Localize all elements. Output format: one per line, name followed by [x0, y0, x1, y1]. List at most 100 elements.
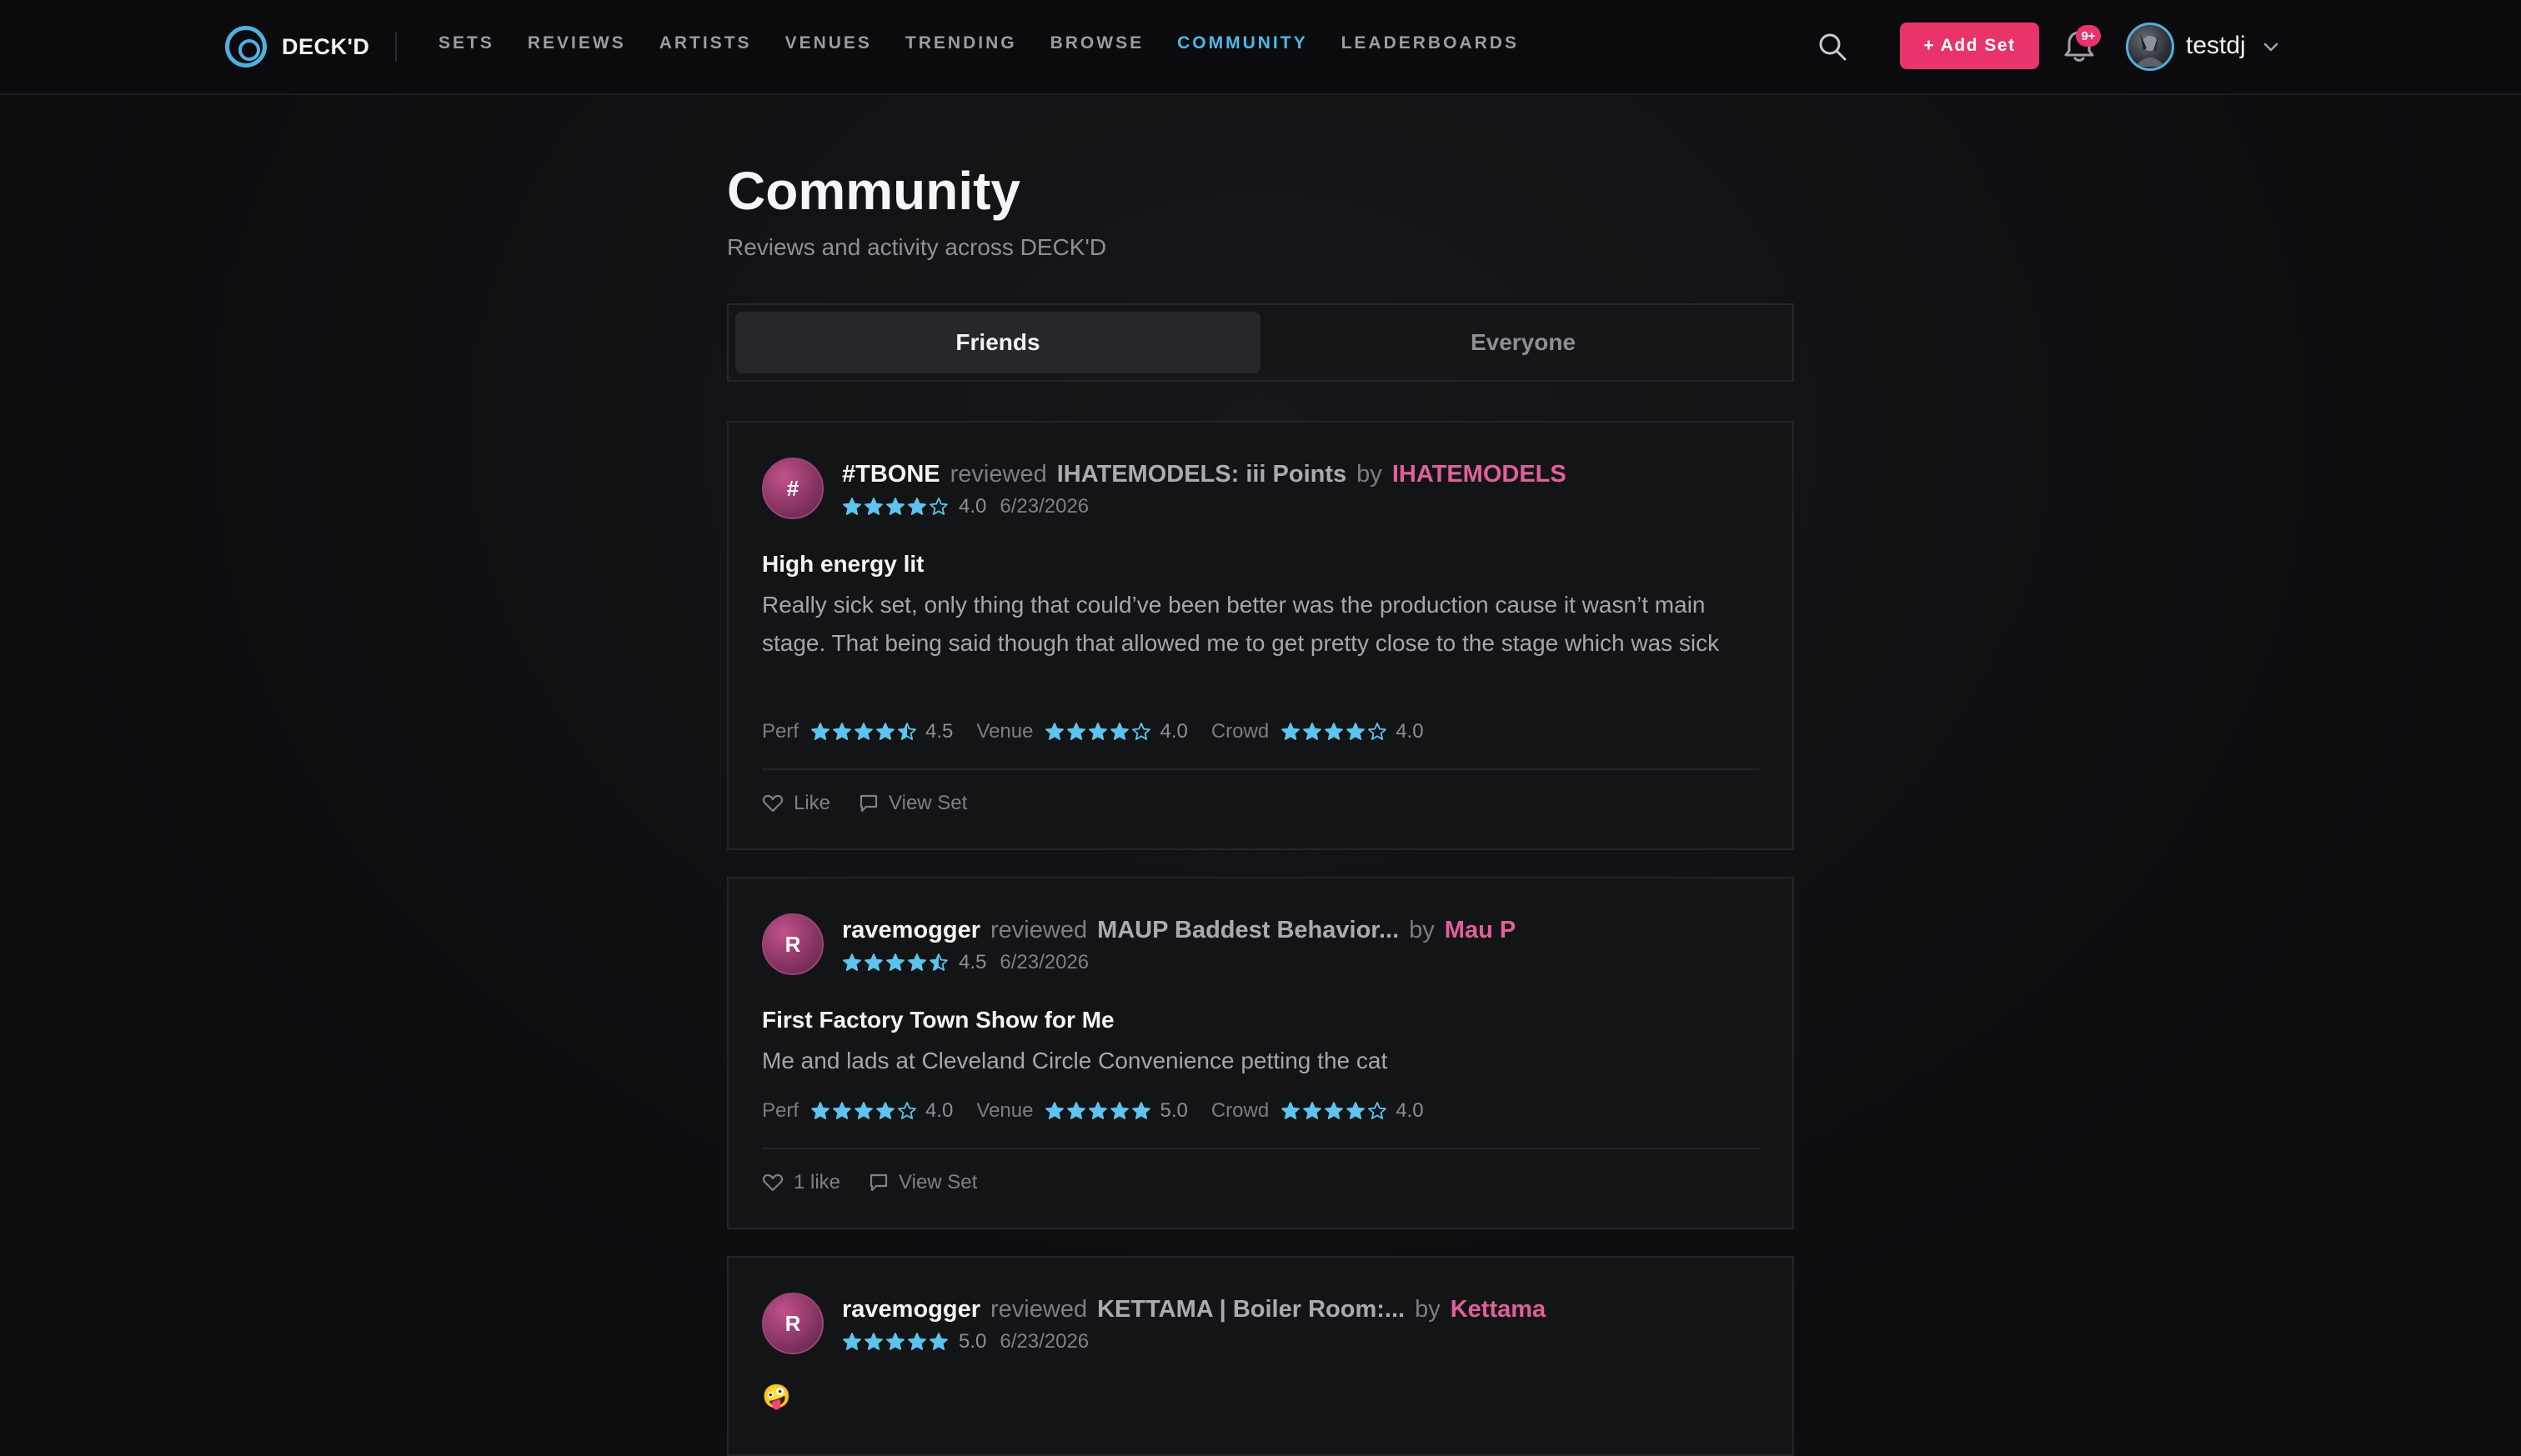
star-full-icon	[1110, 1102, 1130, 1119]
star-full-icon	[1132, 1102, 1151, 1119]
star-full-icon	[1281, 723, 1301, 740]
review-title: 🤪	[762, 1383, 791, 1409]
tab-friends[interactable]: Friends	[735, 312, 1260, 373]
star-full-icon	[865, 953, 883, 971]
star-rating	[842, 1332, 950, 1352]
star-rating	[842, 497, 950, 517]
star-full-icon	[886, 1333, 905, 1350]
review-date: 6/23/2026	[1000, 951, 1090, 973]
set-link[interactable]: IHATEMODELS: iii Points	[1057, 461, 1346, 488]
page-title: Community	[727, 161, 1020, 221]
nav-link-leaderboards[interactable]: LEADERBOARDS	[1341, 33, 1519, 53]
star-empty-icon	[1132, 723, 1151, 740]
nav-link-artists[interactable]: ARTISTS	[659, 33, 752, 53]
review-card: # #TBONE reviewed IHATEMODELS: iii Point…	[727, 421, 1794, 850]
add-set-button[interactable]: + Add Set	[1900, 23, 2039, 69]
star-full-icon	[855, 723, 873, 740]
star-rating	[1045, 722, 1153, 742]
star-rating	[842, 953, 950, 973]
sub-rating-value: 4.0	[1160, 720, 1188, 743]
star-empty-icon	[1368, 723, 1387, 740]
view-set-label: View Set	[889, 792, 968, 814]
sub-rating-label: Crowd	[1210, 1099, 1270, 1122]
comment-icon	[870, 1173, 888, 1192]
review-title: First Factory Town Show for Me	[762, 1007, 1115, 1033]
rating-value: 4.5	[959, 951, 987, 973]
user-avatar[interactable]: R	[762, 913, 824, 975]
search-icon[interactable]	[1817, 32, 1847, 62]
by-label: by	[1356, 461, 1382, 488]
review-header: ravemogger reviewed MAUP Baddest Behavio…	[842, 917, 1516, 944]
star-full-icon	[1303, 1102, 1322, 1119]
set-link[interactable]: KETTAMA | Boiler Room:...	[1097, 1296, 1405, 1323]
chevron-down-icon[interactable]	[2261, 37, 2281, 57]
rating-value: 5.0	[959, 1330, 987, 1353]
artist-link[interactable]: IHATEMODELS	[1392, 461, 1566, 488]
star-full-icon	[1346, 723, 1366, 740]
nav-link-venues[interactable]: VENUES	[785, 33, 872, 53]
star-empty-icon	[898, 1102, 916, 1119]
star-full-icon	[1045, 723, 1065, 740]
review-actions: Like View Set	[762, 792, 995, 815]
sub-rating-value: 4.0	[925, 1099, 954, 1122]
star-full-icon	[1089, 723, 1108, 740]
review-body: Me and lads at Cleveland Circle Convenie…	[762, 1048, 1388, 1073]
nav-link-reviews[interactable]: REVIEWS	[528, 33, 626, 53]
view-set-button[interactable]: View Set	[859, 792, 967, 815]
sub-rating-value: 4.0	[1396, 720, 1424, 743]
review-actions: 1 like View Set	[762, 1171, 1005, 1194]
user-avatar[interactable]: #	[762, 458, 824, 519]
star-full-icon	[886, 498, 905, 515]
username[interactable]: testdj	[2186, 32, 2246, 60]
page-subtitle: Reviews and activity across DECK'D	[727, 234, 1107, 260]
logo[interactable]: DECK'D	[225, 26, 369, 68]
star-full-icon	[833, 1102, 851, 1119]
star-rating	[1281, 1101, 1389, 1121]
star-full-icon	[1346, 1102, 1366, 1119]
star-full-icon	[1281, 1102, 1301, 1119]
nav-link-browse[interactable]: BROWSE	[1050, 33, 1145, 53]
overall-rating: 5.0 6/23/2026	[842, 1330, 1089, 1353]
sub-rating-venue: Venue 5.0	[976, 1099, 1187, 1123]
nav-link-trending[interactable]: TRENDING	[905, 33, 1017, 53]
star-rating	[810, 722, 919, 742]
sub-rating-value: 5.0	[1160, 1099, 1188, 1122]
sub-rating-perf: Perf 4.5	[762, 720, 953, 743]
sub-ratings: Perf 4.5 Venue 4.0 Crowd 4.0	[762, 720, 1447, 743]
review-date: 6/23/2026	[1000, 1330, 1090, 1353]
like-button[interactable]: 1 like	[762, 1171, 840, 1194]
artist-link[interactable]: Kettama	[1451, 1296, 1546, 1323]
review-body: Really sick set, only thing that could’v…	[762, 592, 1720, 656]
tab-everyone[interactable]: Everyone	[1260, 312, 1786, 373]
avatar[interactable]	[2126, 23, 2174, 71]
review-header: #TBONE reviewed IHATEMODELS: iii Points …	[842, 461, 1566, 488]
set-link[interactable]: MAUP Baddest Behavior...	[1097, 917, 1399, 944]
star-full-icon	[1089, 1102, 1108, 1119]
star-full-icon	[843, 1333, 861, 1350]
star-full-icon	[811, 1102, 829, 1119]
nav-link-sets[interactable]: SETS	[439, 33, 494, 53]
sub-ratings: Perf 4.0 Venue 5.0 Crowd 4.0	[762, 1099, 1447, 1123]
artist-link[interactable]: Mau P	[1445, 917, 1516, 944]
user-avatar[interactable]: R	[762, 1293, 824, 1354]
sub-rating-value: 4.5	[925, 720, 954, 743]
reviewer-name[interactable]: ravemogger	[842, 917, 980, 944]
star-full-icon	[908, 953, 926, 971]
star-rating	[810, 1101, 919, 1121]
star-full-icon	[1325, 1102, 1344, 1119]
review-verb: reviewed	[950, 461, 1047, 488]
star-full-icon	[865, 1333, 883, 1350]
sub-rating-label: Crowd	[1210, 720, 1270, 743]
sub-rating-label: Perf	[762, 720, 799, 743]
view-set-button[interactable]: View Set	[869, 1171, 977, 1194]
review-title: High energy lit	[762, 551, 925, 577]
sub-rating-value: 4.0	[1396, 1099, 1424, 1122]
like-button[interactable]: Like	[762, 792, 830, 815]
nav-links: SETS REVIEWS ARTISTS VENUES TRENDING BRO…	[439, 33, 1552, 53]
star-rating	[1045, 1101, 1153, 1121]
star-full-icon	[1045, 1102, 1065, 1119]
reviewer-name[interactable]: ravemogger	[842, 1296, 980, 1323]
by-label: by	[1409, 917, 1435, 943]
nav-link-community[interactable]: COMMUNITY	[1177, 33, 1308, 53]
reviewer-name[interactable]: #TBONE	[842, 461, 940, 488]
